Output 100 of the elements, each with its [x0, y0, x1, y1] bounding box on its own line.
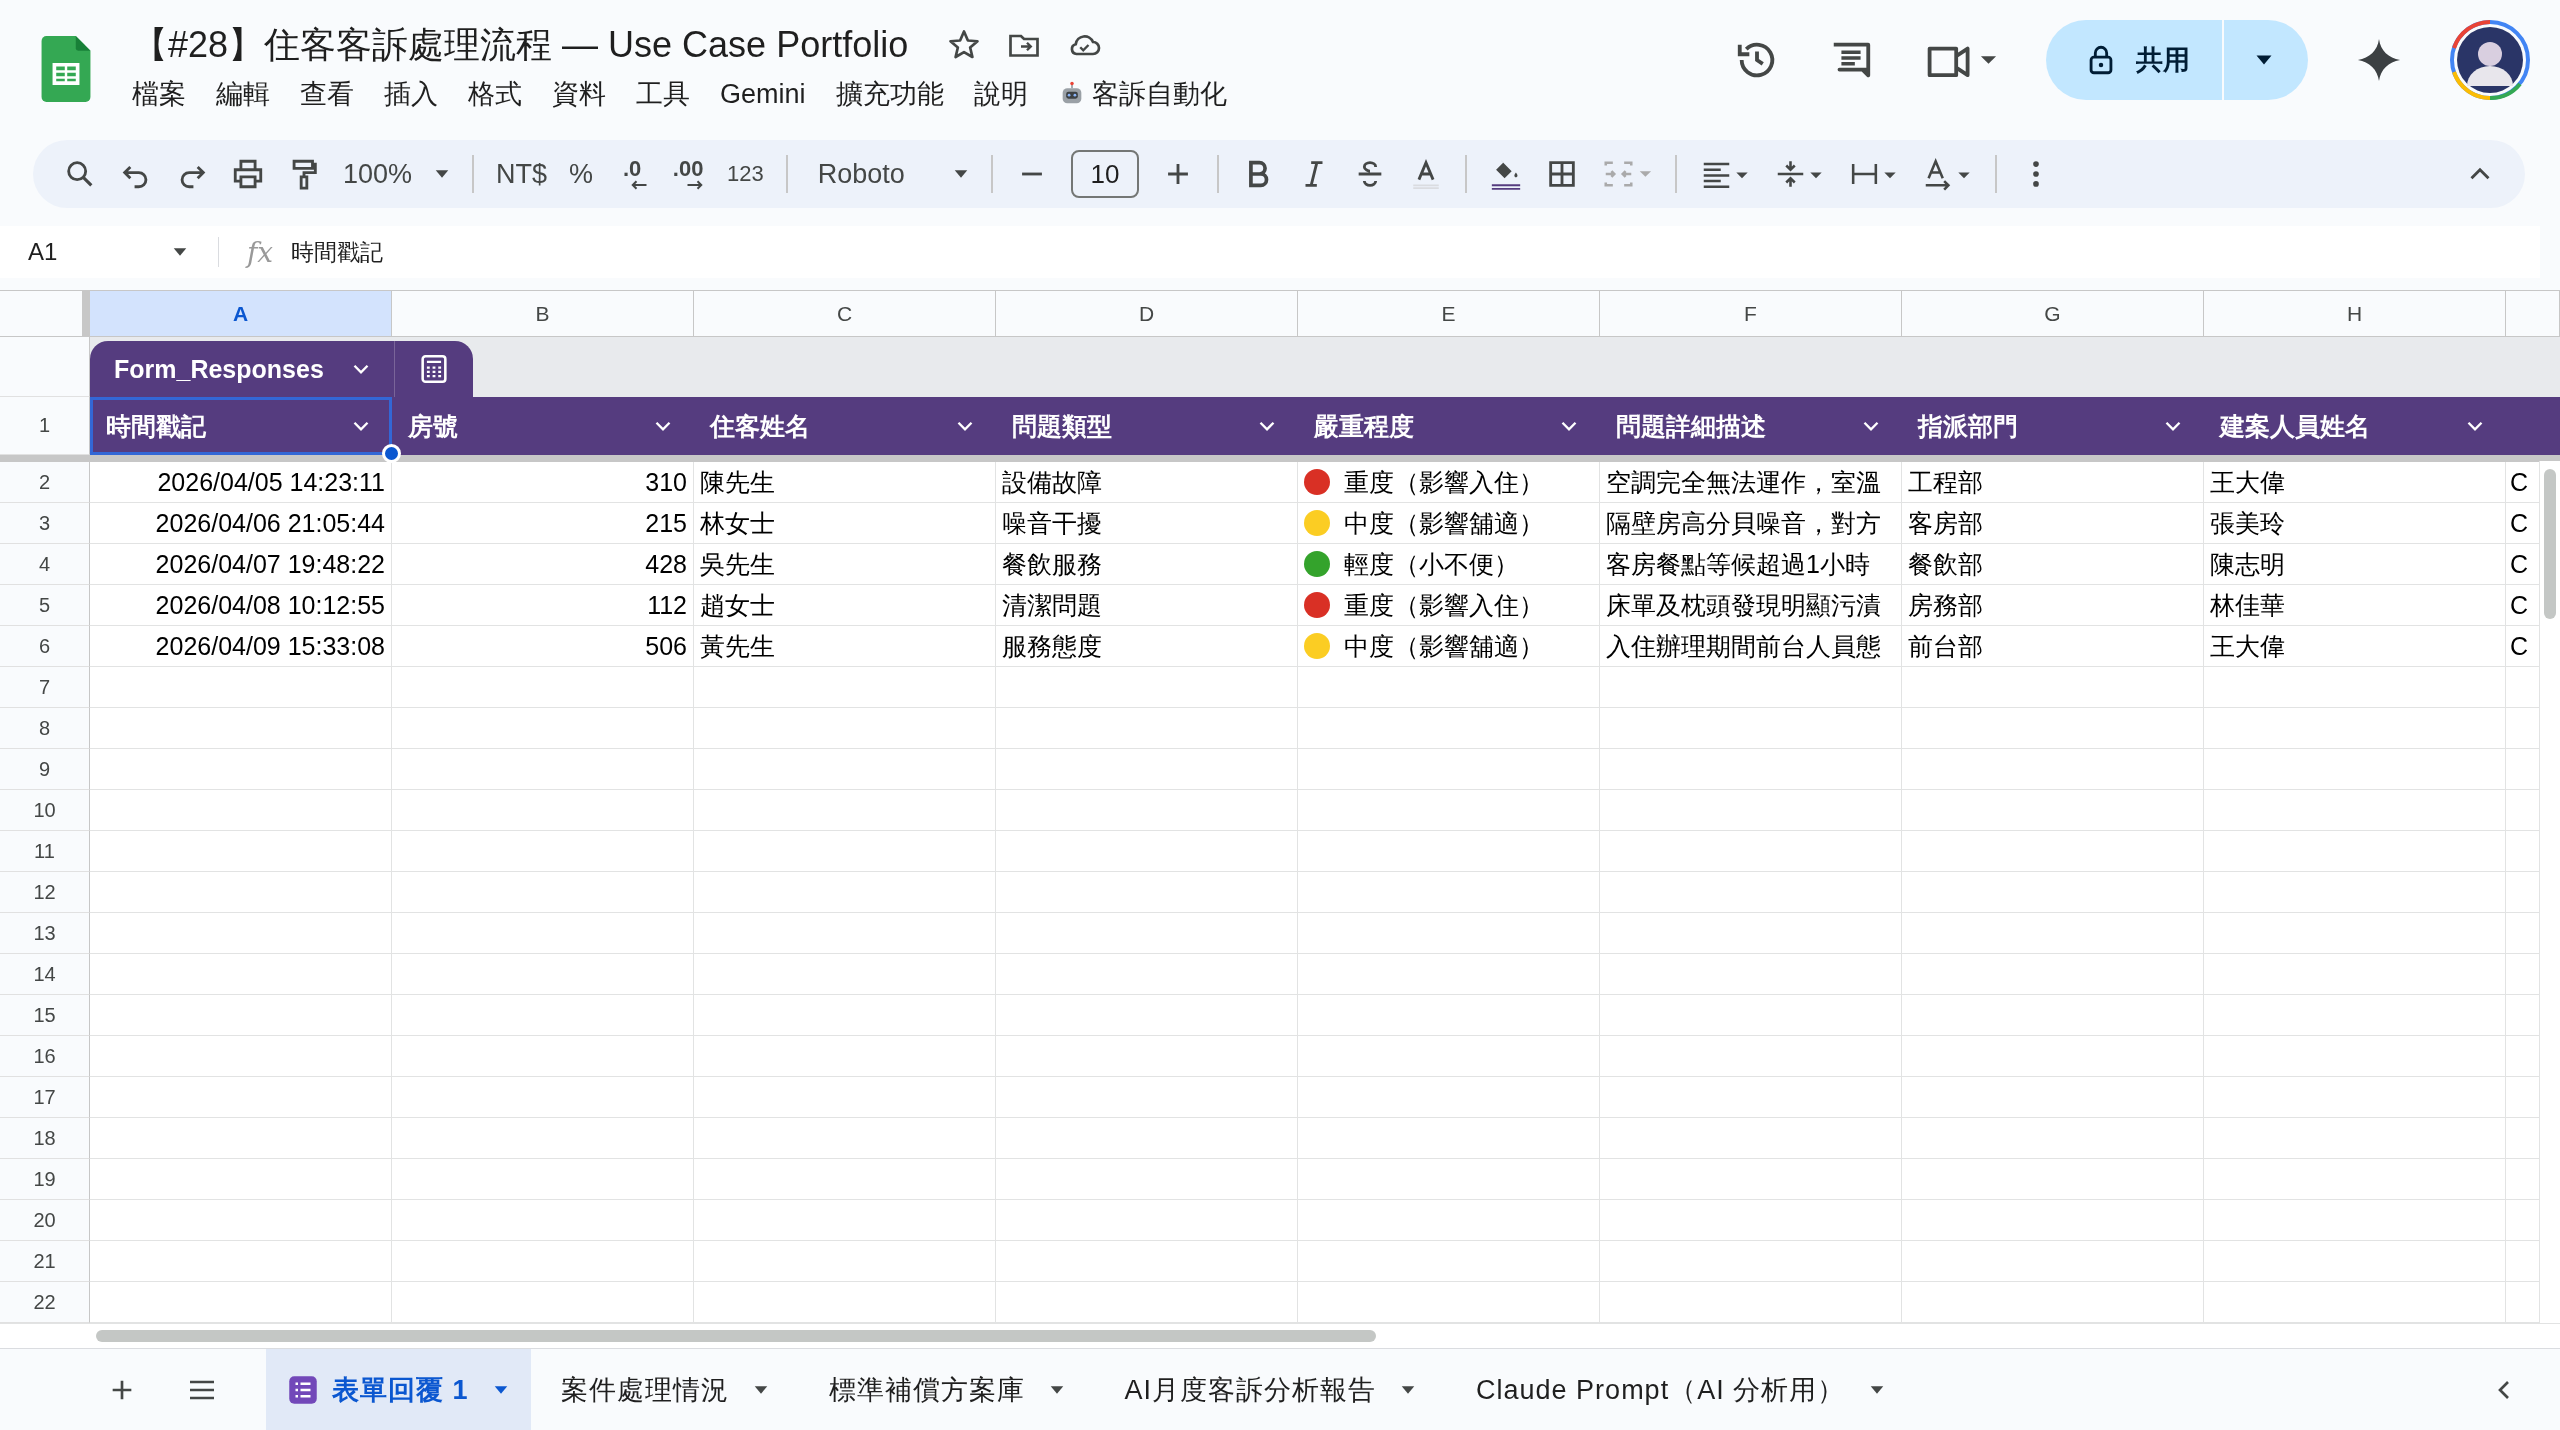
cell-reference-box[interactable]: A1 — [0, 238, 218, 266]
severity-label: 重度（影響入住） — [1344, 466, 1544, 498]
menu-item[interactable]: 插入 — [384, 76, 438, 112]
row-number[interactable]: 11 — [0, 831, 90, 872]
row-number[interactable]: 4 — [0, 544, 90, 585]
table-cell: 428 — [392, 544, 694, 585]
table-cell: 入住辦理期間前台人員態 — [1600, 626, 1902, 667]
menu-item[interactable]: 擴充功能 — [835, 76, 944, 112]
table-cell: 吳先生 — [694, 544, 996, 585]
share-button[interactable]: 共用 — [2046, 20, 2222, 100]
currency-format-button[interactable]: NT$ — [496, 158, 548, 190]
table-name-tab[interactable]: Form_Responses — [90, 341, 395, 397]
table-cell: 空調完全無法運作，室溫 — [1600, 462, 1902, 503]
sheet-tab[interactable]: 標準補償方案庫 — [798, 1349, 1095, 1430]
sheet-tab[interactable]: Claude Prompt（AI 分析用） — [1446, 1349, 1916, 1430]
table-cell: 服務態度 — [996, 626, 1298, 667]
column-heading[interactable]: 問題詳細描述 — [1600, 397, 1902, 455]
sheet-tab[interactable]: 案件處理情況 — [530, 1349, 799, 1430]
table-cell: 2026/04/07 19:48:22 — [90, 544, 392, 585]
zoom-dropdown[interactable]: 100% — [343, 158, 451, 190]
row-number[interactable]: 20 — [0, 1200, 90, 1241]
table-cell: 房務部 — [1902, 585, 2204, 626]
table-cell: 王大偉 — [2204, 626, 2506, 667]
row-number[interactable]: 14 — [0, 954, 90, 995]
table-cell: 林佳華 — [2204, 585, 2506, 626]
menu-item[interactable]: 編輯 — [216, 76, 270, 112]
table-cell: 112 — [392, 585, 694, 626]
table-cell: 2026/04/09 15:33:08 — [90, 626, 392, 667]
row-number[interactable]: 5 — [0, 585, 90, 626]
formula-field[interactable]: 時間戳記 — [291, 236, 384, 268]
row-number[interactable]: 21 — [0, 1241, 90, 1282]
row-number[interactable]: 17 — [0, 1077, 90, 1118]
row-number[interactable]: 6 — [0, 626, 90, 667]
table-cell: 王大偉 — [2204, 462, 2506, 503]
row-number[interactable]: 16 — [0, 1036, 90, 1077]
table-cell: 隔壁房高分貝噪音，對方 — [1600, 503, 1902, 544]
row-number[interactable]: 12 — [0, 872, 90, 913]
column-heading[interactable]: 指派部門 — [1902, 397, 2204, 455]
menu-item[interactable]: 資料 — [552, 76, 606, 112]
row-number[interactable]: 10 — [0, 790, 90, 831]
menu-item[interactable]: 說明 — [973, 76, 1028, 112]
table-cell: 2026/04/08 10:12:55 — [90, 585, 392, 626]
sheet-tab[interactable]: AI月度客訴分析報告 — [1094, 1349, 1447, 1430]
function-label: fx — [247, 235, 274, 269]
menu-item[interactable]: 檔案 — [132, 76, 186, 112]
row-number[interactable]: 13 — [0, 913, 90, 954]
document-title[interactable]: 【#28】住客客訴處理流程 — Use Case Portfolio — [132, 20, 909, 70]
table-cell: 床單及枕頭發現明顯污漬 — [1600, 585, 1902, 626]
font-size-field[interactable]: 10 — [1070, 150, 1139, 198]
table-cell: 陳志明 — [2204, 544, 2506, 585]
menu-item[interactable]: 工具 — [636, 76, 690, 112]
row-number[interactable]: 22 — [0, 1282, 90, 1323]
table-cell: 前台部 — [1902, 626, 2204, 667]
percent-format-button[interactable]: % — [569, 158, 594, 190]
column-header[interactable]: A — [90, 291, 392, 337]
column-heading[interactable]: 建案人員姓名 — [2204, 397, 2506, 455]
table-cell: 餐飲部 — [1902, 544, 2204, 585]
table-cell: 設備故障 — [996, 462, 1298, 503]
table-cell: 506 — [392, 626, 694, 667]
menu-item[interactable]: 格式 — [468, 76, 522, 112]
row-number[interactable]: 19 — [0, 1159, 90, 1200]
increase-decimals-button[interactable]: .00 — [671, 158, 706, 190]
column-heading[interactable]: 住客姓名 — [694, 397, 996, 455]
column-heading[interactable]: 房號 — [392, 397, 694, 455]
row-number[interactable]: 9 — [0, 749, 90, 790]
column-heading[interactable]: 問題類型 — [996, 397, 1298, 455]
table-cell: 黃先生 — [694, 626, 996, 667]
severity-label: 中度（影響舖適） — [1344, 507, 1544, 539]
table-cell: 清潔問題 — [996, 585, 1298, 626]
font-dropdown[interactable]: Roboto — [817, 158, 969, 190]
row-number[interactable]: 15 — [0, 995, 90, 1036]
sheet-tab[interactable]: 表單回覆 1 — [266, 1349, 531, 1430]
table-cell: 噪音干擾 — [996, 503, 1298, 544]
row-number[interactable]: 2 — [0, 462, 90, 503]
menu-item[interactable]: Gemini — [720, 78, 806, 110]
table-cell: 陳先生 — [694, 462, 996, 503]
table-cell: 工程部 — [1902, 462, 2204, 503]
table-cell: 215 — [392, 503, 694, 544]
column-heading[interactable]: 時間戳記 — [90, 397, 392, 455]
number-format-button[interactable]: 123 — [727, 161, 764, 187]
table-cell: 餐飲服務 — [996, 544, 1298, 585]
row-number[interactable]: 7 — [0, 667, 90, 708]
severity-label: 中度（影響舖適） — [1344, 630, 1544, 662]
table-cell: 客房部 — [1902, 503, 2204, 544]
table-cell: 2026/04/05 14:23:11 — [90, 462, 392, 503]
table-cell: 趙女士 — [694, 585, 996, 626]
table-cell: 客房餐點等候超過1小時 — [1600, 544, 1902, 585]
row-number[interactable]: 8 — [0, 708, 90, 749]
column-heading[interactable]: 嚴重程度 — [1298, 397, 1600, 455]
row-number[interactable]: 3 — [0, 503, 90, 544]
decrease-decimals-button[interactable]: .0 — [615, 158, 650, 190]
menu-item[interactable]: 客訴自動化 — [1091, 76, 1227, 112]
table-cell: 2026/04/06 21:05:44 — [90, 503, 392, 544]
row-number[interactable]: 18 — [0, 1118, 90, 1159]
table-cell: 張美玲 — [2204, 503, 2506, 544]
menu-item[interactable]: 查看 — [300, 76, 354, 112]
severity-label: 輕度（小不便） — [1344, 548, 1519, 580]
severity-label: 重度（影響入住） — [1344, 589, 1544, 621]
row-number[interactable]: 1 — [0, 397, 90, 455]
table-cell: 林女士 — [694, 503, 996, 544]
